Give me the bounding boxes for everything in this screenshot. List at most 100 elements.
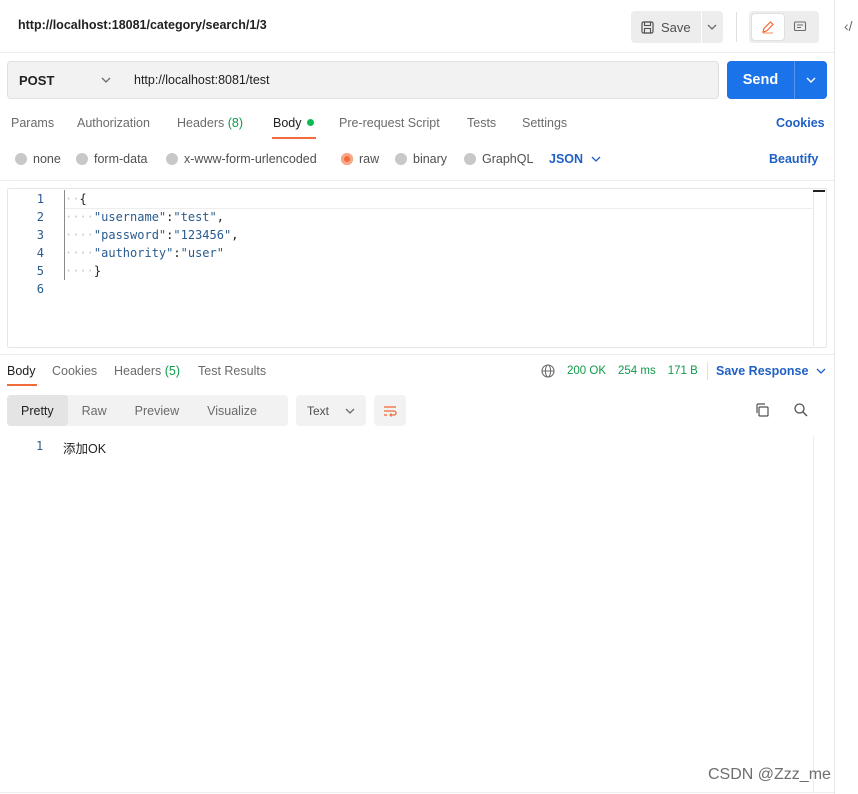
code-line: ····"username":"test", bbox=[65, 210, 224, 224]
globe-icon[interactable] bbox=[541, 364, 555, 378]
search-icon[interactable] bbox=[793, 402, 809, 421]
indent-guide: ···· bbox=[65, 210, 94, 224]
request-title[interactable]: http://localhost:18081/category/search/1… bbox=[18, 18, 267, 32]
format-select[interactable]: Text bbox=[296, 395, 366, 426]
view-raw[interactable]: Raw bbox=[68, 395, 121, 426]
view-visualize[interactable]: Visualize bbox=[193, 395, 271, 426]
json-separator: , bbox=[216, 210, 224, 224]
editor-scrollbar-thumb[interactable] bbox=[813, 190, 825, 192]
code-icon[interactable]: ‹/ bbox=[844, 18, 853, 34]
response-tab-headers-label: Headers bbox=[114, 364, 162, 378]
chevron-down-icon bbox=[591, 156, 601, 162]
radio-graphql[interactable]: GraphQL bbox=[464, 152, 533, 166]
response-tab-body[interactable]: Body bbox=[7, 364, 36, 378]
radio-none-label: none bbox=[33, 152, 61, 166]
response-tab-cookies[interactable]: Cookies bbox=[52, 364, 97, 378]
save-options-button[interactable] bbox=[702, 11, 723, 43]
tab-authorization[interactable]: Authorization bbox=[77, 116, 150, 130]
method-select[interactable]: POST bbox=[7, 61, 123, 99]
cookies-link[interactable]: Cookies bbox=[776, 116, 825, 130]
save-button[interactable]: Save bbox=[631, 11, 702, 43]
tab-headers[interactable]: Headers (8) bbox=[177, 116, 243, 130]
code-line: ····} bbox=[65, 264, 101, 278]
response-size[interactable]: 171 B bbox=[668, 365, 698, 377]
tab-headers-label: Headers bbox=[177, 116, 225, 130]
line-number: 1 bbox=[36, 439, 44, 453]
status-code[interactable]: 200 OK bbox=[567, 365, 606, 377]
beautify-button[interactable]: Beautify bbox=[769, 152, 818, 166]
radio-form-data-label: form-data bbox=[94, 152, 148, 166]
line-number: 6 bbox=[36, 282, 44, 296]
radio-urlencoded[interactable]: x-www-form-urlencoded bbox=[166, 152, 317, 166]
indent-guide: ···· bbox=[65, 264, 94, 278]
tab-params[interactable]: Params bbox=[11, 116, 54, 130]
radio-graphql-label: GraphQL bbox=[482, 152, 534, 166]
active-line-highlight bbox=[64, 208, 812, 209]
json-value: "123456" bbox=[173, 228, 232, 242]
save-icon bbox=[641, 20, 654, 34]
wrap-lines-button[interactable] bbox=[374, 395, 406, 426]
radio-binary-label: binary bbox=[413, 152, 448, 166]
response-headers-count: (5) bbox=[164, 364, 181, 378]
send-options-button[interactable] bbox=[794, 61, 827, 99]
edit-mode-button[interactable] bbox=[752, 14, 784, 40]
line-number: 4 bbox=[36, 246, 44, 260]
save-response-button[interactable]: Save Response bbox=[716, 364, 826, 378]
radio-raw-label: raw bbox=[359, 152, 380, 166]
tab-body-label: Body bbox=[273, 116, 302, 130]
view-preview[interactable]: Preview bbox=[121, 395, 193, 426]
header-divider bbox=[736, 12, 737, 42]
response-body-text: 添加OK bbox=[63, 442, 107, 456]
line-number: 3 bbox=[36, 228, 44, 242]
code-line: ····"authority":"user" bbox=[65, 246, 224, 260]
chevron-down-icon bbox=[707, 24, 717, 30]
language-label: JSON bbox=[549, 152, 584, 166]
headers-count: (8) bbox=[227, 116, 244, 130]
indent-guide: ·· bbox=[65, 192, 80, 206]
tab-prerequest-script[interactable]: Pre-request Script bbox=[339, 116, 440, 130]
radio-urlencoded-label: x-www-form-urlencoded bbox=[184, 152, 317, 166]
language-select[interactable]: JSON bbox=[549, 152, 601, 166]
radio-circle-selected bbox=[341, 153, 353, 165]
divider bbox=[0, 792, 834, 793]
copy-icon[interactable] bbox=[754, 402, 770, 421]
response-tab-headers[interactable]: Headers (5) bbox=[114, 364, 180, 378]
divider bbox=[0, 354, 834, 355]
radio-circle bbox=[76, 153, 88, 165]
comment-icon bbox=[793, 21, 807, 32]
tab-settings[interactable]: Settings bbox=[522, 116, 567, 130]
divider bbox=[0, 180, 834, 181]
radio-raw[interactable]: raw bbox=[341, 152, 379, 166]
pencil-icon bbox=[762, 21, 774, 34]
view-switch bbox=[749, 11, 819, 43]
line-number: 1 bbox=[36, 192, 44, 206]
chevron-down-icon bbox=[101, 77, 111, 83]
response-tab-test-results[interactable]: Test Results bbox=[198, 364, 266, 378]
wrap-lines-icon bbox=[384, 405, 397, 417]
tab-body[interactable]: Body bbox=[273, 116, 314, 130]
save-group: Save bbox=[631, 11, 723, 43]
view-pretty[interactable]: Pretty bbox=[7, 395, 68, 426]
divider bbox=[0, 52, 834, 53]
response-time[interactable]: 254 ms bbox=[618, 365, 656, 377]
radio-none[interactable]: none bbox=[15, 152, 61, 166]
radio-form-data[interactable]: form-data bbox=[76, 152, 148, 166]
radio-binary[interactable]: binary bbox=[395, 152, 447, 166]
save-label: Save bbox=[661, 19, 691, 35]
tab-tests[interactable]: Tests bbox=[467, 116, 496, 130]
editor-scrollbar[interactable] bbox=[813, 190, 825, 346]
send-button[interactable]: Send bbox=[727, 72, 794, 88]
comments-button[interactable] bbox=[784, 14, 816, 40]
chevron-down-icon bbox=[345, 408, 355, 414]
radio-circle bbox=[15, 153, 27, 165]
line-number: 2 bbox=[36, 210, 44, 224]
json-key: "password" bbox=[93, 228, 167, 242]
watermark: CSDN @Zzz_me bbox=[708, 766, 831, 783]
close-brace: } bbox=[93, 264, 102, 278]
url-input[interactable]: http://localhost:8081/test bbox=[122, 61, 719, 99]
active-tab-underline bbox=[272, 137, 316, 139]
response-scrollbar[interactable] bbox=[813, 436, 827, 792]
line-number: 5 bbox=[36, 264, 44, 278]
chevron-down-icon bbox=[806, 77, 816, 83]
method-label: POST bbox=[19, 72, 55, 88]
